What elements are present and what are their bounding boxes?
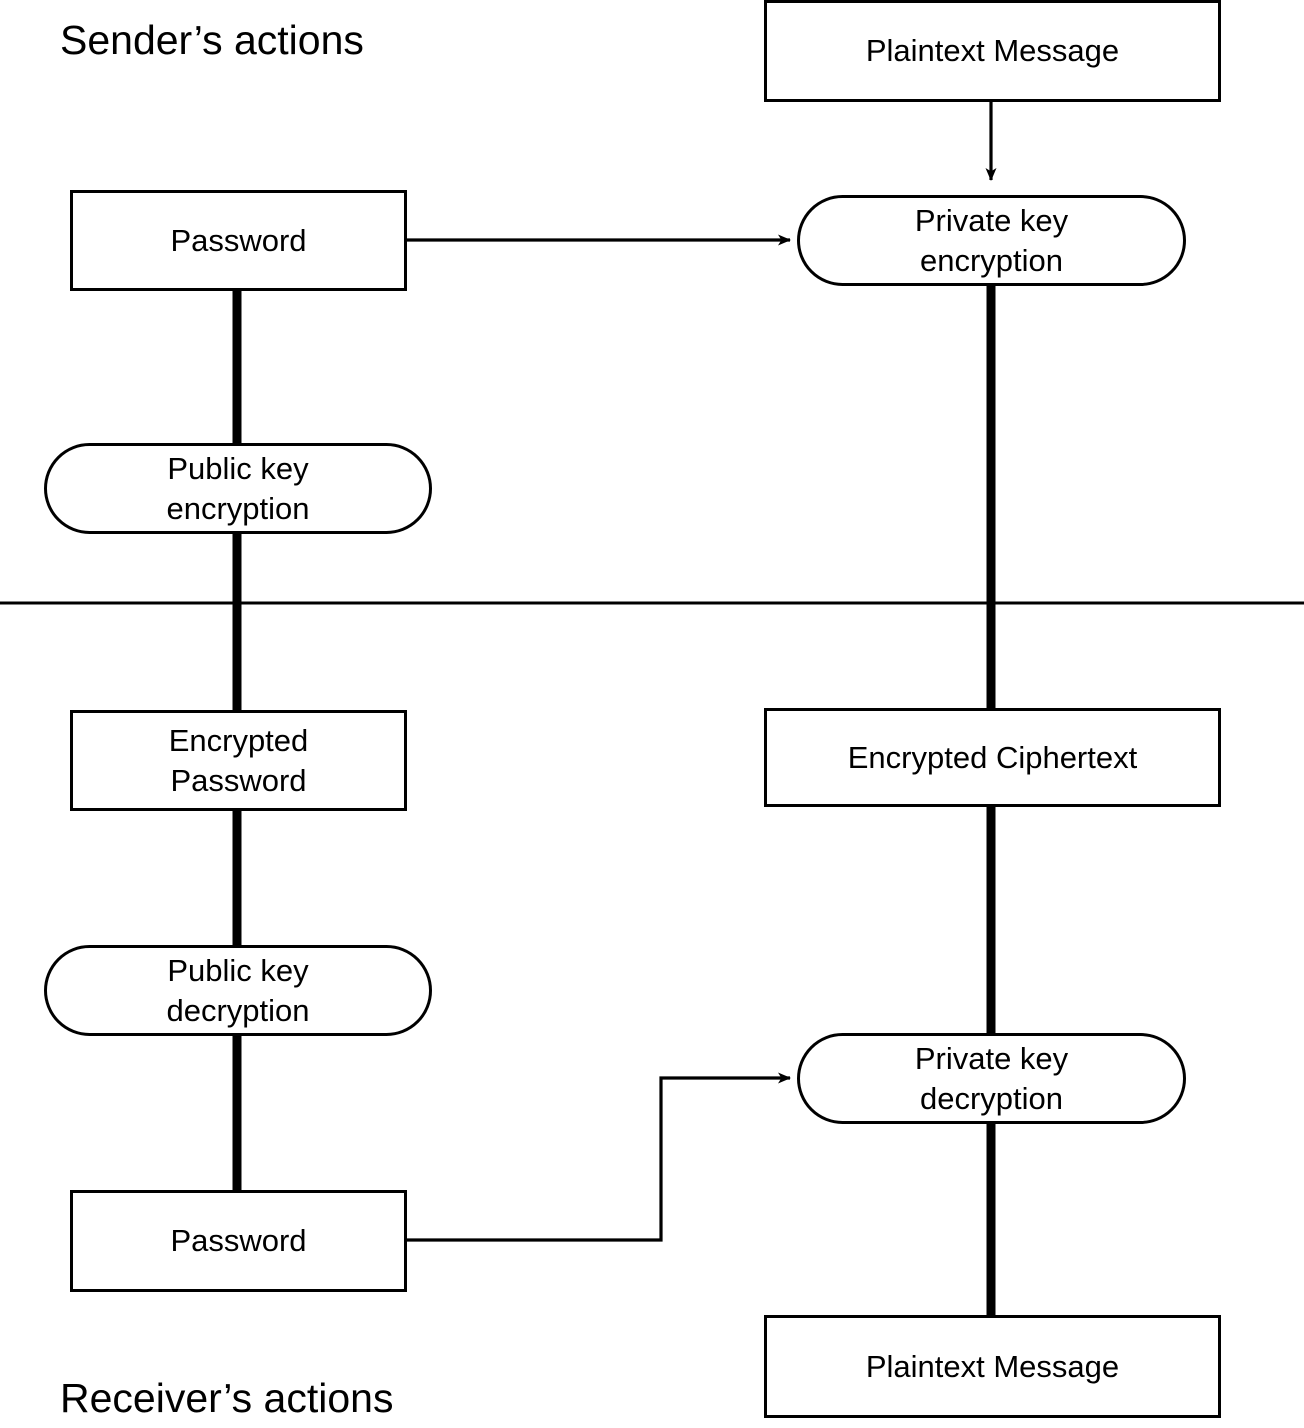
private-key-decryption: Private key decryption [797, 1033, 1186, 1124]
sender-actions-label: Sender’s actions [60, 17, 364, 63]
password-to-private-decryption-arrow [407, 1072, 791, 1242]
plaintext-message-top: Plaintext Message [764, 0, 1221, 102]
private-key-encryption-label: Private key encryption [914, 202, 1069, 278]
receiver-actions-label: Receiver’s actions [60, 1375, 394, 1421]
encrypted-password-label: Encrypted Password [168, 722, 309, 798]
password-sender-label: Password [170, 222, 307, 258]
password-sender: Password [70, 190, 407, 291]
plaintext-message-bottom: Plaintext Message [764, 1315, 1221, 1418]
password-receiver-label: Password [170, 1223, 307, 1259]
encrypted-password: Encrypted Password [70, 710, 407, 811]
encrypted-ciphertext-label: Encrypted Ciphertext [847, 739, 1138, 775]
plaintext-message-bottom-label: Plaintext Message [865, 1348, 1120, 1384]
plaintext-message-top-label: Plaintext Message [865, 33, 1120, 69]
private-key-decryption-label: Private key decryption [914, 1040, 1069, 1116]
public-key-encryption-label: Public key encryption [166, 450, 310, 526]
password-receiver: Password [70, 1190, 407, 1292]
public-key-decryption-label: Public key decryption [166, 952, 310, 1028]
diagram-canvas: Sender’s actions Receiver’s actions Plai… [0, 0, 1304, 1428]
private-key-encryption: Private key encryption [797, 195, 1186, 286]
encrypted-ciphertext: Encrypted Ciphertext [764, 708, 1221, 807]
public-key-encryption: Public key encryption [44, 443, 432, 534]
public-key-decryption: Public key decryption [44, 945, 432, 1036]
